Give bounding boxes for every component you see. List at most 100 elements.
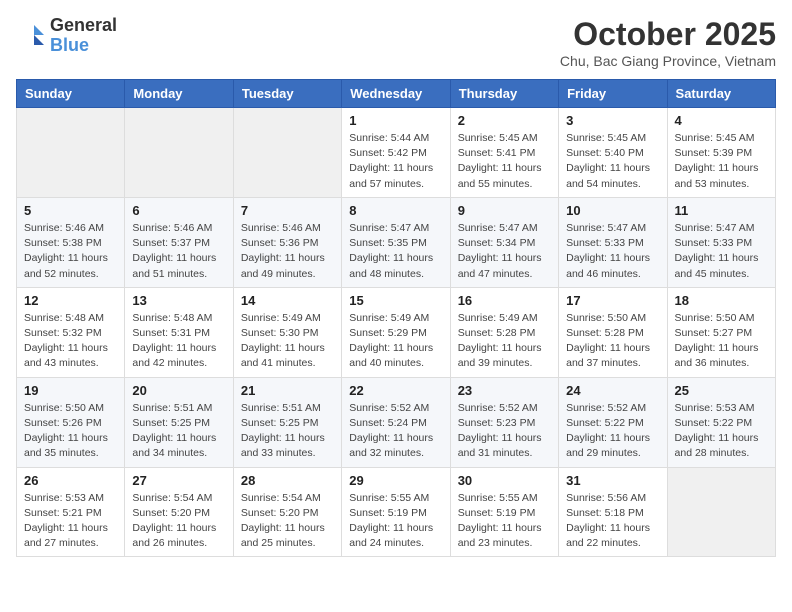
day-number: 31 [566, 473, 659, 488]
calendar-cell [17, 108, 125, 198]
day-number: 13 [132, 293, 225, 308]
calendar-cell: 14 Sunrise: 5:49 AMSunset: 5:30 PMDayligh… [233, 287, 341, 377]
day-number: 20 [132, 383, 225, 398]
calendar-cell: 19 Sunrise: 5:50 AMSunset: 5:26 PMDayligh… [17, 377, 125, 467]
calendar-table: SundayMondayTuesdayWednesdayThursdayFrid… [16, 79, 776, 557]
calendar-cell: 9Sunrise: 5:47 AMSunset: 5:34 PMDaylight… [450, 197, 558, 287]
calendar-cell: 27 Sunrise: 5:54 AMSunset: 5:20 PMDayligh… [125, 467, 233, 557]
day-number: 24 [566, 383, 659, 398]
calendar-cell: 29Sunrise: 5:55 AMSunset: 5:19 PMDayligh… [342, 467, 450, 557]
day-info: Sunrise: 5:48 AMSunset: 5:31 PMDaylight:… [132, 311, 225, 372]
calendar-cell: 2Sunrise: 5:45 AMSunset: 5:41 PMDaylight… [450, 108, 558, 198]
day-info: Sunrise: 5:54 AMSunset: 5:20 PMDaylight:… [132, 491, 225, 552]
calendar-cell: 11 Sunrise: 5:47 AMSunset: 5:33 PMDayligh… [667, 197, 775, 287]
day-of-week-header: Tuesday [233, 80, 341, 108]
day-number: 11 [675, 203, 768, 218]
calendar-cell: 12 Sunrise: 5:48 AMSunset: 5:32 PMDayligh… [17, 287, 125, 377]
calendar-cell [667, 467, 775, 557]
calendar-cell: 28Sunrise: 5:54 AMSunset: 5:20 PMDayligh… [233, 467, 341, 557]
day-info: Sunrise: 5:46 AMSunset: 5:37 PMDaylight:… [132, 221, 225, 282]
month-title: October 2025 [560, 16, 776, 53]
day-of-week-header: Friday [559, 80, 667, 108]
calendar-cell: 22 Sunrise: 5:52 AMSunset: 5:24 PMDayligh… [342, 377, 450, 467]
day-info: Sunrise: 5:46 AMSunset: 5:38 PMDaylight:… [24, 221, 117, 282]
day-number: 10 [566, 203, 659, 218]
day-number: 3 [566, 113, 659, 128]
calendar-week-row: 5 Sunrise: 5:46 AMSunset: 5:38 PMDaylight… [17, 197, 776, 287]
day-number: 14 [241, 293, 334, 308]
day-number: 1 [349, 113, 442, 128]
day-number: 2 [458, 113, 551, 128]
calendar-cell: 21 Sunrise: 5:51 AMSunset: 5:25 PMDayligh… [233, 377, 341, 467]
page-header: General Blue October 2025 Chu, Bac Giang… [16, 16, 776, 69]
day-number: 22 [349, 383, 442, 398]
day-number: 26 [24, 473, 117, 488]
day-number: 19 [24, 383, 117, 398]
calendar-week-row: 1Sunrise: 5:44 AMSunset: 5:42 PMDaylight… [17, 108, 776, 198]
logo-general-text: General [50, 16, 117, 36]
day-number: 7 [241, 203, 334, 218]
calendar-cell [233, 108, 341, 198]
logo: General Blue [16, 16, 117, 56]
day-info: Sunrise: 5:49 AMSunset: 5:30 PMDaylight:… [241, 311, 334, 372]
calendar-cell: 25Sunrise: 5:53 AMSunset: 5:22 PMDayligh… [667, 377, 775, 467]
calendar-header-row: SundayMondayTuesdayWednesdayThursdayFrid… [17, 80, 776, 108]
calendar-cell: 18 Sunrise: 5:50 AMSunset: 5:27 PMDayligh… [667, 287, 775, 377]
day-info: Sunrise: 5:47 AMSunset: 5:33 PMDaylight:… [675, 221, 768, 282]
location-text: Chu, Bac Giang Province, Vietnam [560, 53, 776, 69]
calendar-cell: 1Sunrise: 5:44 AMSunset: 5:42 PMDaylight… [342, 108, 450, 198]
logo-blue-text: Blue [50, 36, 117, 56]
day-number: 5 [24, 203, 117, 218]
calendar-cell: 5 Sunrise: 5:46 AMSunset: 5:38 PMDaylight… [17, 197, 125, 287]
calendar-cell: 26Sunrise: 5:53 AMSunset: 5:21 PMDayligh… [17, 467, 125, 557]
logo-icon [16, 21, 46, 51]
day-of-week-header: Wednesday [342, 80, 450, 108]
day-info: Sunrise: 5:45 AMSunset: 5:39 PMDaylight:… [675, 131, 768, 192]
day-number: 28 [241, 473, 334, 488]
day-of-week-header: Monday [125, 80, 233, 108]
calendar-cell: 10Sunrise: 5:47 AMSunset: 5:33 PMDayligh… [559, 197, 667, 287]
day-number: 27 [132, 473, 225, 488]
day-number: 21 [241, 383, 334, 398]
day-info: Sunrise: 5:51 AMSunset: 5:25 PMDaylight:… [132, 401, 225, 462]
day-info: Sunrise: 5:46 AMSunset: 5:36 PMDaylight:… [241, 221, 334, 282]
calendar-week-row: 26Sunrise: 5:53 AMSunset: 5:21 PMDayligh… [17, 467, 776, 557]
day-number: 8 [349, 203, 442, 218]
calendar-cell: 8Sunrise: 5:47 AMSunset: 5:35 PMDaylight… [342, 197, 450, 287]
calendar-cell: 15 Sunrise: 5:49 AMSunset: 5:29 PMDayligh… [342, 287, 450, 377]
calendar-cell: 7 Sunrise: 5:46 AMSunset: 5:36 PMDaylight… [233, 197, 341, 287]
calendar-cell: 17Sunrise: 5:50 AMSunset: 5:28 PMDayligh… [559, 287, 667, 377]
calendar-cell: 30 Sunrise: 5:55 AMSunset: 5:19 PMDayligh… [450, 467, 558, 557]
day-info: Sunrise: 5:50 AMSunset: 5:26 PMDaylight:… [24, 401, 117, 462]
day-of-week-header: Saturday [667, 80, 775, 108]
day-number: 23 [458, 383, 551, 398]
day-number: 12 [24, 293, 117, 308]
day-info: Sunrise: 5:50 AMSunset: 5:28 PMDaylight:… [566, 311, 659, 372]
day-info: Sunrise: 5:50 AMSunset: 5:27 PMDaylight:… [675, 311, 768, 372]
calendar-cell: 13 Sunrise: 5:48 AMSunset: 5:31 PMDayligh… [125, 287, 233, 377]
day-of-week-header: Sunday [17, 80, 125, 108]
day-number: 16 [458, 293, 551, 308]
calendar-cell: 24 Sunrise: 5:52 AMSunset: 5:22 PMDayligh… [559, 377, 667, 467]
day-info: Sunrise: 5:49 AMSunset: 5:29 PMDaylight:… [349, 311, 442, 372]
calendar-cell: 31Sunrise: 5:56 AMSunset: 5:18 PMDayligh… [559, 467, 667, 557]
day-info: Sunrise: 5:45 AMSunset: 5:40 PMDaylight:… [566, 131, 659, 192]
day-info: Sunrise: 5:52 AMSunset: 5:24 PMDaylight:… [349, 401, 442, 462]
day-number: 25 [675, 383, 768, 398]
calendar-cell: 23Sunrise: 5:52 AMSunset: 5:23 PMDayligh… [450, 377, 558, 467]
calendar-cell: 3 Sunrise: 5:45 AMSunset: 5:40 PMDaylight… [559, 108, 667, 198]
title-section: October 2025 Chu, Bac Giang Province, Vi… [560, 16, 776, 69]
day-number: 6 [132, 203, 225, 218]
day-number: 18 [675, 293, 768, 308]
day-info: Sunrise: 5:52 AMSunset: 5:22 PMDaylight:… [566, 401, 659, 462]
calendar-cell [125, 108, 233, 198]
day-number: 15 [349, 293, 442, 308]
calendar-cell: 6 Sunrise: 5:46 AMSunset: 5:37 PMDaylight… [125, 197, 233, 287]
day-info: Sunrise: 5:55 AMSunset: 5:19 PMDaylight:… [458, 491, 551, 552]
day-info: Sunrise: 5:48 AMSunset: 5:32 PMDaylight:… [24, 311, 117, 372]
day-number: 30 [458, 473, 551, 488]
calendar-week-row: 12 Sunrise: 5:48 AMSunset: 5:32 PMDayligh… [17, 287, 776, 377]
calendar-week-row: 19 Sunrise: 5:50 AMSunset: 5:26 PMDayligh… [17, 377, 776, 467]
day-info: Sunrise: 5:51 AMSunset: 5:25 PMDaylight:… [241, 401, 334, 462]
calendar-cell: 20 Sunrise: 5:51 AMSunset: 5:25 PMDayligh… [125, 377, 233, 467]
